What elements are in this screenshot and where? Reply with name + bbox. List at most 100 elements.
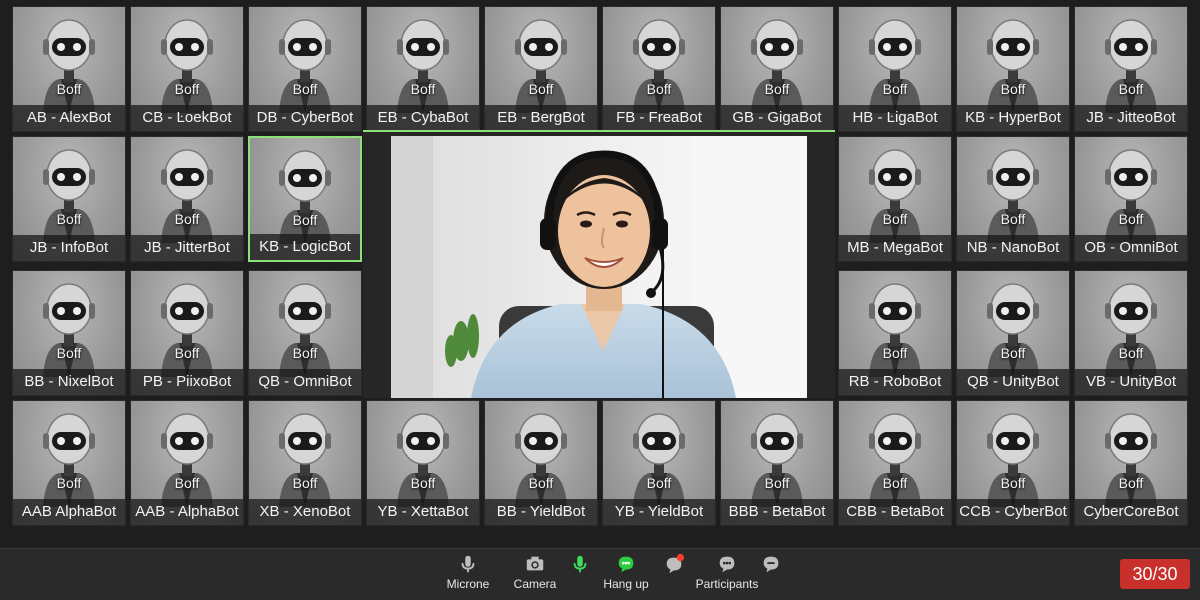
call-toolbar: Microne Camera Hang up Participants 30/30 [0, 548, 1200, 600]
participant-tile[interactable]: Boff AAB AlphaBot [12, 400, 126, 526]
participant-tile[interactable]: Boff JB - JitteoBot [1074, 6, 1188, 132]
participant-name: KB - LogicBot [250, 234, 360, 260]
participant-tile[interactable]: Boff MB - MegaBot [838, 136, 952, 262]
participant-tile[interactable]: Boff YB - YieldBot [602, 400, 716, 526]
participant-tile[interactable]: Boff FB - FreaBot [602, 6, 716, 132]
chat-button[interactable] [756, 553, 786, 577]
participant-tile[interactable]: Boff QB - UnityBot [956, 270, 1070, 396]
participant-name: NB - NanoBot [957, 235, 1069, 261]
toolbar-button-label: Hang up [603, 577, 649, 591]
robot-avatar [751, 413, 803, 507]
participant-name: EB - BergBot [485, 105, 597, 131]
robot-avatar [1105, 413, 1157, 507]
robot-avatar [43, 19, 95, 113]
participant-tile[interactable]: Boff NB - NanoBot [956, 136, 1070, 262]
participant-name: DB - CyberBot [249, 105, 361, 131]
participant-tile[interactable]: Boff CB - ĿoekBot [130, 6, 244, 132]
robot-avatar [279, 413, 331, 507]
participant-tile[interactable]: Boff KB - HyperBot [956, 6, 1070, 132]
participant-tile[interactable]: Boff XB - XenoBot [248, 400, 362, 526]
robot-avatar [633, 413, 685, 507]
toolbar-button-label: Microne [446, 577, 490, 591]
participant-tile[interactable]: Boff AAB - AlphaBot [130, 400, 244, 526]
robot-avatar [869, 413, 921, 507]
robot-avatar [161, 19, 213, 113]
participant-tile[interactable]: Boff HB - ĿigaBot [838, 6, 952, 132]
microphone-active-icon [562, 553, 598, 575]
robot-avatar [987, 413, 1039, 507]
toolbar-button-label: Camera [513, 577, 557, 591]
robot-avatar [161, 149, 213, 243]
chat-green-button[interactable]: Hang up [600, 553, 652, 591]
chat-icon [756, 553, 786, 575]
participant-tile[interactable]: Boff DB - CyberBot [248, 6, 362, 132]
participant-name: JB - InfoBot [13, 235, 125, 261]
participant-name: QB - OmniBot [249, 369, 361, 395]
robot-avatar [869, 149, 921, 243]
participant-name: QB - UnityBot [957, 369, 1069, 395]
robot-avatar [633, 19, 685, 113]
participant-tile[interactable]: Boff KB - LogicBot [248, 136, 362, 262]
chat-notification-button[interactable] [656, 553, 692, 577]
participant-tile[interactable]: Boff PB - PiixoBot [130, 270, 244, 396]
participants-button[interactable]: Participants [692, 553, 762, 591]
participant-tile[interactable]: Boff EB - BergBot [484, 6, 598, 132]
participant-tile[interactable]: Boff RB - RoboBot [838, 270, 952, 396]
participant-name: JB - JitterBot [131, 235, 243, 261]
participant-tile[interactable]: Boff BB - NixelBot [12, 270, 126, 396]
robot-avatar [279, 283, 331, 377]
participant-tile[interactable]: Boff QB - OmniBot [248, 270, 362, 396]
participant-tile[interactable]: Boff JB - InfoBot [12, 136, 126, 262]
robot-avatar [1105, 149, 1157, 243]
robot-avatar [869, 283, 921, 377]
main-speaker-video[interactable] [363, 130, 835, 398]
robot-avatar [869, 19, 921, 113]
camera-button[interactable]: Camera [512, 553, 558, 591]
participant-name: AAB - AlphaBot [131, 499, 243, 525]
participant-name: MB - MegaBot [839, 235, 951, 261]
chat-notification-icon [656, 553, 692, 575]
participant-name: CB - ĿoekBot [131, 105, 243, 131]
robot-avatar [397, 413, 449, 507]
participant-tile[interactable]: Boff OB - OmniBot [1074, 136, 1188, 262]
microphone-button[interactable]: Microne [440, 553, 496, 591]
participant-name: GB - GigaBot [721, 105, 833, 131]
chat-green-icon [600, 553, 652, 575]
participant-name: CCB - CyberBot [957, 499, 1069, 525]
participant-name: YB - YieldBot [603, 499, 715, 525]
participant-name: PB - PiixoBot [131, 369, 243, 395]
robot-avatar [43, 283, 95, 377]
toolbar-button-label: Participants [695, 577, 759, 591]
robot-avatar [279, 150, 331, 244]
participant-tile[interactable]: Boff BBB - BetaBot [720, 400, 834, 526]
participant-name: XB - XenoBot [249, 499, 361, 525]
camera-icon [512, 553, 558, 575]
participant-tile[interactable]: Boff CCB - CyberBot [956, 400, 1070, 526]
participant-tile[interactable]: Boff VB - UnityBot [1074, 270, 1188, 396]
participant-name: JB - JitteoBot [1075, 105, 1187, 131]
robot-avatar [515, 413, 567, 507]
participant-tile[interactable]: Boff JB - JitterBot [130, 136, 244, 262]
participant-name: FB - FreaBot [603, 105, 715, 131]
robot-avatar [751, 19, 803, 113]
robot-avatar [43, 149, 95, 243]
participant-name: AAB AlphaBot [13, 499, 125, 525]
participant-tile[interactable]: Boff CBB - BetaBot [838, 400, 952, 526]
participant-tile[interactable]: Boff YB - XettaBot [366, 400, 480, 526]
participant-name: BB - YieldBot [485, 499, 597, 525]
participant-tile[interactable]: Boff AB - AlexBot [12, 6, 126, 132]
participant-tile[interactable]: Boff BB - YieldBot [484, 400, 598, 526]
robot-avatar [1105, 19, 1157, 113]
participant-tile[interactable]: Boff EB - CybaBot [366, 6, 480, 132]
participant-count-badge[interactable]: 30/30 [1120, 559, 1190, 589]
robot-avatar [161, 283, 213, 377]
robot-avatar [515, 19, 567, 113]
microphone-icon [440, 553, 496, 575]
microphone-active-button[interactable] [562, 553, 598, 577]
participant-tile[interactable]: Boff GB - GigaBot [720, 6, 834, 132]
participant-name: RB - RoboBot [839, 369, 951, 395]
participant-tile[interactable]: Boff CyberCoreBot [1074, 400, 1188, 526]
robot-avatar [397, 19, 449, 113]
participant-name: CBB - BetaBot [839, 499, 951, 525]
robot-avatar [987, 283, 1039, 377]
